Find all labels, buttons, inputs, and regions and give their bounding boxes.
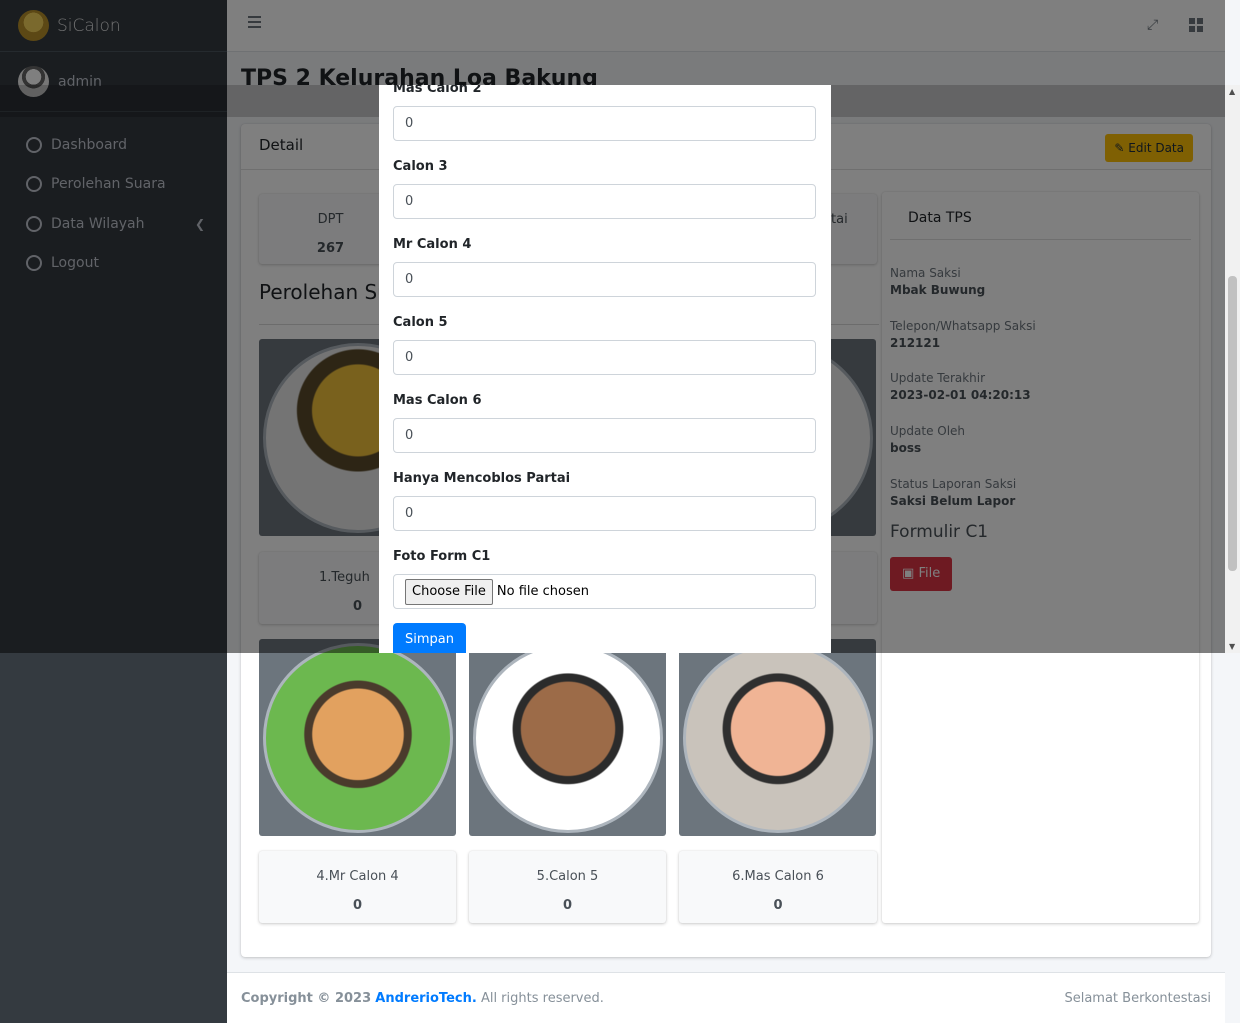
candidate-name: 4.Mr Calon 4 bbox=[316, 869, 399, 884]
scroll-down-icon[interactable]: ▼ bbox=[1229, 642, 1235, 651]
candidate-image bbox=[262, 642, 453, 833]
field-label-mr-calon-4: Mr Calon 4 bbox=[393, 237, 472, 252]
input-hanya-partai[interactable]: 0 bbox=[393, 496, 816, 531]
rights-text: All rights reserved. bbox=[480, 991, 604, 1006]
candidate-name: 6.Mas Calon 6 bbox=[732, 869, 824, 884]
company-link[interactable]: AndrerioTech. bbox=[375, 991, 477, 1006]
field-label-mas-calon-2: Mas Calon 2 bbox=[393, 85, 482, 96]
field-label-hanya-partai: Hanya Mencoblos Partai bbox=[393, 471, 571, 486]
field-label-mas-calon-6: Mas Calon 6 bbox=[393, 393, 482, 408]
field-label-calon-5: Calon 5 bbox=[393, 315, 448, 330]
modal-scrollbar[interactable]: ▲ ▼ bbox=[1225, 85, 1240, 653]
candidate-votes: 0 bbox=[562, 898, 573, 913]
field-label-foto-form-c1: Foto Form C1 bbox=[393, 549, 491, 564]
candidate-votes: 0 bbox=[352, 898, 363, 913]
field-label-calon-3: Calon 3 bbox=[393, 159, 448, 174]
footer-tagline: Selamat Berkontestasi bbox=[1064, 991, 1211, 1006]
scroll-up-icon[interactable]: ▲ bbox=[1229, 87, 1235, 96]
footer: Copyright © 2023 AndrerioTech. All right… bbox=[227, 972, 1225, 1023]
copyright-prefix: Copyright © 2023 bbox=[241, 991, 372, 1006]
candidate-photo bbox=[259, 639, 456, 836]
candidate-name: 5.Calon 5 bbox=[536, 869, 599, 884]
input-mas-calon-6[interactable]: 0 bbox=[393, 418, 816, 453]
candidate-box: 5.Calon 5 0 bbox=[469, 851, 666, 923]
no-file-text: No file chosen bbox=[496, 584, 589, 599]
candidate-photo bbox=[679, 639, 876, 836]
footer-copyright: Copyright © 2023 AndrerioTech. All right… bbox=[241, 991, 604, 1006]
input-mr-calon-4[interactable]: 0 bbox=[393, 262, 816, 297]
input-calon-3[interactable]: 0 bbox=[393, 184, 816, 219]
candidate-box: 6.Mas Calon 6 0 bbox=[679, 851, 877, 923]
candidate-box: 4.Mr Calon 4 0 bbox=[259, 851, 456, 923]
edit-votes-modal: Mas Calon 2 0 Calon 3 0 Mr Calon 4 0 Cal… bbox=[379, 85, 831, 653]
candidate-image bbox=[472, 642, 663, 833]
scroll-thumb[interactable] bbox=[1228, 276, 1237, 571]
candidate-image bbox=[682, 642, 873, 833]
input-calon-5[interactable]: 0 bbox=[393, 340, 816, 375]
file-input-foto-form-c1[interactable]: Choose File No file chosen bbox=[393, 574, 816, 609]
save-button[interactable]: Simpan bbox=[393, 623, 466, 653]
choose-file-button[interactable]: Choose File bbox=[405, 578, 493, 605]
candidate-photo bbox=[469, 639, 666, 836]
candidate-votes: 0 bbox=[773, 898, 783, 913]
input-mas-calon-2[interactable]: 0 bbox=[393, 106, 816, 141]
